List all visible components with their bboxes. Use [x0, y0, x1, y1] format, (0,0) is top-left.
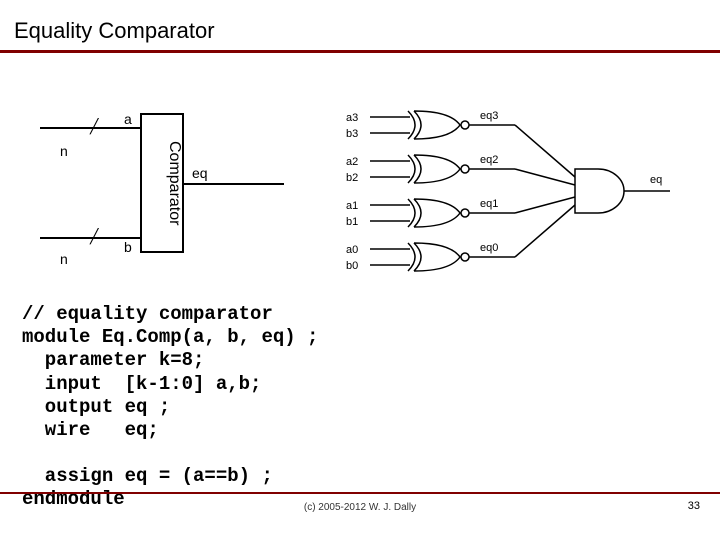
port-label-eq: eq: [192, 165, 208, 181]
xnor-gate-0: a0 b0 eq0: [346, 242, 515, 272]
width-label-b: n: [60, 251, 68, 267]
verilog-code: // equality comparator module Eq.Comp(a,…: [22, 303, 318, 512]
sig-a3: a3: [346, 112, 358, 124]
code-l2: module Eq.Comp(a, b, eq) ;: [22, 326, 318, 348]
bus-slash-a: ╱: [90, 119, 104, 133]
sig-a1: a1: [346, 200, 358, 212]
sig-b0: b0: [346, 260, 358, 272]
xnor-gate-1: a1 b1 eq1: [346, 198, 515, 228]
header-rule: [0, 50, 720, 53]
sig-eq3: eq3: [480, 110, 498, 122]
wire-eq: [184, 183, 284, 185]
sig-a2: a2: [346, 156, 358, 168]
comparator-label: Comparator: [143, 117, 183, 249]
code-l6: wire eq;: [22, 419, 159, 441]
sig-b2: b2: [346, 172, 358, 184]
xnor-gate-3: a3 b3 eq3: [346, 110, 515, 140]
sig-a0: a0: [346, 244, 358, 256]
footer-rule: [0, 492, 720, 494]
code-l4: input [k-1:0] a,b;: [22, 373, 261, 395]
and-gate: eq: [575, 169, 670, 213]
gate-schematic: a3 b3 eq3 a2 b2 eq2: [340, 103, 690, 303]
sig-b3: b3: [346, 128, 358, 140]
sig-eq0: eq0: [480, 242, 498, 254]
sig-eq2: eq2: [480, 154, 498, 166]
page-number: 33: [688, 500, 700, 512]
port-label-b: b: [124, 239, 132, 255]
sig-eq: eq: [650, 174, 662, 186]
width-label-a: n: [60, 143, 68, 159]
sig-b1: b1: [346, 216, 358, 228]
code-l1: // equality comparator: [22, 303, 273, 325]
code-l5: output eq ;: [22, 396, 170, 418]
block-diagram: ╱ n a ╱ n b Comparator eq: [20, 113, 300, 283]
bus-slash-b: ╱: [90, 229, 104, 243]
sig-eq1: eq1: [480, 198, 498, 210]
page-title: Equality Comparator: [0, 0, 720, 50]
code-l3: parameter k=8;: [22, 349, 204, 371]
copyright-text: (c) 2005-2012 W. J. Dally: [0, 502, 720, 513]
xnor-gate-2: a2 b2 eq2: [346, 154, 515, 184]
port-label-a: a: [124, 111, 132, 127]
code-l8: assign eq = (a==b) ;: [22, 465, 273, 487]
